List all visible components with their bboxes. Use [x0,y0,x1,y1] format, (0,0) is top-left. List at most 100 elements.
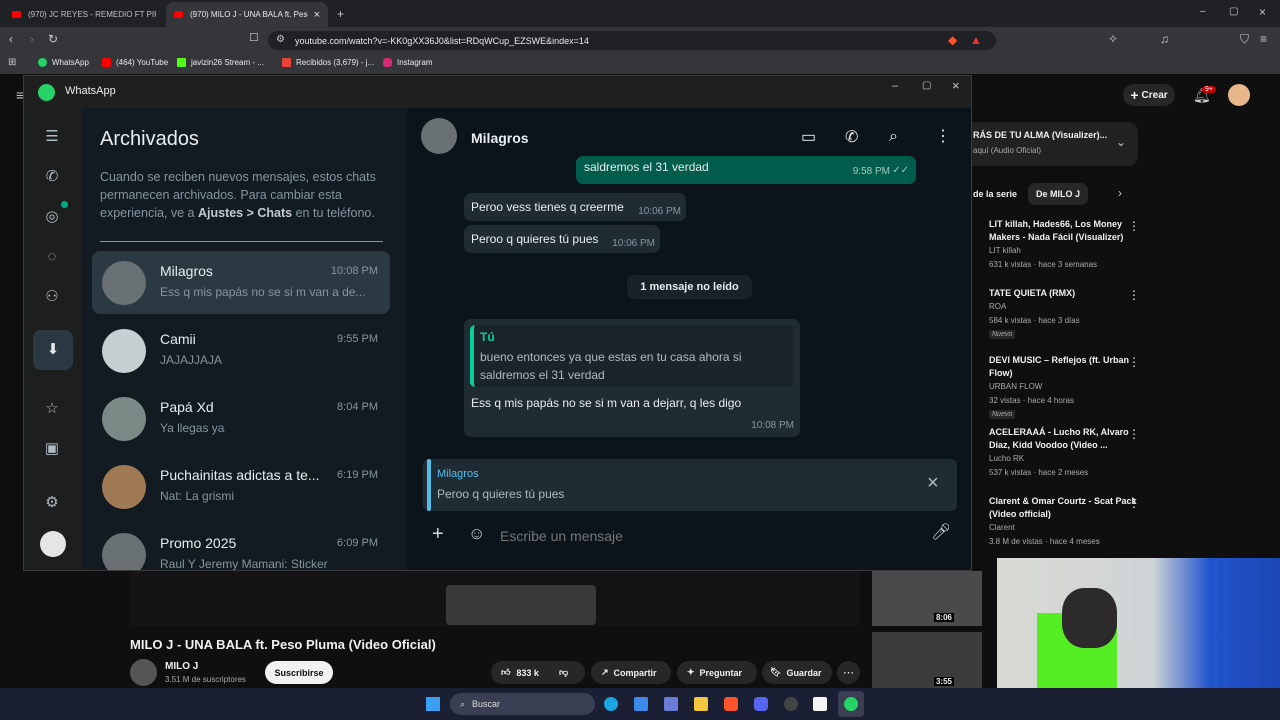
rec-video[interactable]: ACELERAAÁ - Lucho RK, Alvaro Diaz, Kidd … [989,426,1139,480]
folder-icon[interactable] [694,697,708,711]
contact-name[interactable]: Milagros [471,130,529,146]
message-input[interactable] [495,522,915,550]
share-icon: ↗ [601,667,609,677]
message-in[interactable]: Tú bueno entonces ya que estas en tu cas… [464,319,800,437]
chat-item[interactable]: Camii 9:55 PM JAJAJJAJA [92,319,390,382]
close-reply-icon[interactable]: × [927,473,939,493]
emoji-icon[interactable]: ☺ [468,525,485,542]
thumbnail[interactable]: 8:06 [872,571,982,626]
chip[interactable]: De MILO J [1028,183,1089,205]
back-icon[interactable]: ‹ [9,33,13,45]
bookmark-stream[interactable]: javizin26 Stream - ... [177,58,264,67]
more-icon[interactable]: ⋮ [1128,288,1140,302]
notepad-icon[interactable] [813,697,827,711]
address-bar[interactable]: ⚙ youtube.com/watch?v=-KK0gXX36J0&list=R… [268,31,996,50]
ask-button[interactable]: ✦ Preguntar [677,661,757,684]
minimize-icon[interactable]: – [892,81,898,92]
like-button[interactable]: 👍︎ 833 k 👎︎ [491,661,585,684]
message-out[interactable]: saldremos el 31 verdad 9:58 PM ✓✓ [576,156,916,184]
chat-item[interactable]: Papá Xd 8:04 PM Ya llegas ya [92,387,390,450]
create-button[interactable]: + Crear [1123,84,1175,106]
rec-video[interactable]: LIT killah, Hades66, Los Money Makers - … [989,218,1139,272]
close-icon[interactable]: × [952,79,960,92]
more-icon[interactable]: ⋮ [1128,496,1140,510]
bookmark-gmail[interactable]: Recibidos (3,679) - j... [282,58,374,67]
apps-grid-icon[interactable]: ⊞ [8,58,16,68]
search-icon[interactable]: ⌕ [889,129,898,145]
channel-name[interactable]: MILO J [165,661,198,672]
more-icon[interactable]: ⋮ [1128,219,1140,233]
chats-icon[interactable]: ☰ [41,126,63,148]
maximize-icon[interactable]: ▢ [1229,7,1238,17]
bookmark-youtube[interactable]: (464) YouTube [102,58,168,67]
phone-icon[interactable]: ✆ [845,130,858,146]
whatsapp-taskbar-button[interactable] [838,691,864,717]
chat-item[interactable]: Promo 2025 6:09 PM Raul Y Jeremy Mamani:… [92,523,390,570]
menu-dots-icon[interactable]: ⋮ [935,129,951,145]
save-icon: 🔖︎ [770,667,782,677]
starred-icon[interactable]: ☆ [41,398,63,420]
message-in[interactable]: Peroo q quieres tú pues 10:06 PM [464,225,660,253]
brave-icon[interactable] [724,697,738,711]
phone-icon[interactable]: ✆ [41,166,63,188]
store-icon[interactable] [634,697,648,711]
share-button[interactable]: ↗ Compartir [591,661,671,684]
rec-video[interactable]: DEVI MUSIC – Reflejos (ft. Urban Flow) UR… [989,354,1139,419]
settings-icon[interactable]: ⚙ [41,492,63,514]
save-button[interactable]: 🔖︎ Guardar [762,661,832,684]
quoted-message[interactable]: Tú bueno entonces ya que estas en tu cas… [470,325,794,387]
more-actions-button[interactable]: ⋯ [837,661,860,684]
whatsapp-titlebar: WhatsApp – ▢ × [24,76,971,108]
message-in[interactable]: Peroo vess tienes q creerme 10:06 PM [464,193,686,221]
forward-icon[interactable]: › [30,33,34,45]
playlist-header[interactable]: RÁS DE TU ALMA (Visualizer)... aquí (Aud… [968,122,1138,166]
video-player[interactable] [130,571,860,626]
communities-icon[interactable]: ⚇ [41,286,63,308]
more-icon[interactable]: ⋮ [1128,355,1140,369]
music-icon[interactable]: ♫ [1160,33,1169,45]
thumbnail[interactable]: 3:55 [872,632,982,688]
chat-item[interactable]: Puchainitas adictas a te... 6:19 PM Nat:… [92,455,390,518]
shield-icon[interactable]: ⛉ [1240,33,1249,45]
rec-video[interactable]: TATE QUIETA (RMX) ROA 584 k vistas · hace … [989,287,1139,339]
new-tab-icon[interactable]: + [337,8,344,20]
avatar[interactable] [1228,84,1250,106]
chat-item[interactable]: Milagros 10:08 PM Ess q mis papás no se … [92,251,390,314]
status-icon[interactable]: ◎ [41,206,63,228]
menu-icon[interactable]: ≡ [1260,33,1267,45]
browser-tab-active[interactable]: (970) MILO J - UNA BALA ft. Peso × [166,2,328,27]
bookmark-whatsapp[interactable]: WhatsApp [38,58,89,67]
reload-icon[interactable]: ↻ [48,33,58,45]
teams-icon[interactable] [664,697,678,711]
site-info-icon[interactable]: ⚙ [276,35,285,45]
edge-icon[interactable] [604,697,618,711]
minimize-icon[interactable]: – [1200,7,1206,17]
chevron-right-icon[interactable]: › [1118,187,1122,199]
plus-icon[interactable]: + [432,524,444,544]
extensions-icon[interactable]: ✧ [1108,33,1118,45]
subscribe-button[interactable]: Suscribirse [265,661,333,684]
discord-icon[interactable] [754,697,768,711]
brave-shield-icon[interactable]: ◆ [948,34,957,46]
archived-icon-active[interactable]: ⬇ [33,330,73,370]
microphone-icon[interactable]: 🎤︎ [931,525,951,541]
maximize-icon[interactable]: ▢ [922,81,931,91]
close-tab-icon[interactable]: × [314,9,320,21]
contact-avatar[interactable] [421,118,457,154]
obs-icon[interactable] [784,697,798,711]
channels-icon[interactable]: ◌ [41,246,63,268]
profile-avatar[interactable] [40,531,66,557]
video-call-icon[interactable]: ▭ [801,130,816,146]
windows-start-icon[interactable] [426,697,440,711]
brave-rewards-icon[interactable]: ▲ [970,34,982,46]
channel-avatar[interactable] [130,659,157,686]
close-icon[interactable]: × [1259,6,1266,18]
taskbar-search[interactable]: ⌕ Buscar [450,693,595,715]
bookmark-instagram[interactable]: Instagram [383,58,433,67]
browser-tab[interactable]: (970) JC REYES - REMEDIO FT PIRLO [4,2,164,27]
media-icon[interactable]: ▣ [41,438,63,460]
more-icon[interactable]: ⋮ [1128,427,1140,441]
chip[interactable]: de la serie [965,183,1025,205]
bookmark-icon[interactable]: ☐ [249,33,259,44]
rec-video[interactable]: Clarent & Omar Courtz - Scat Pack (Video… [989,495,1139,549]
